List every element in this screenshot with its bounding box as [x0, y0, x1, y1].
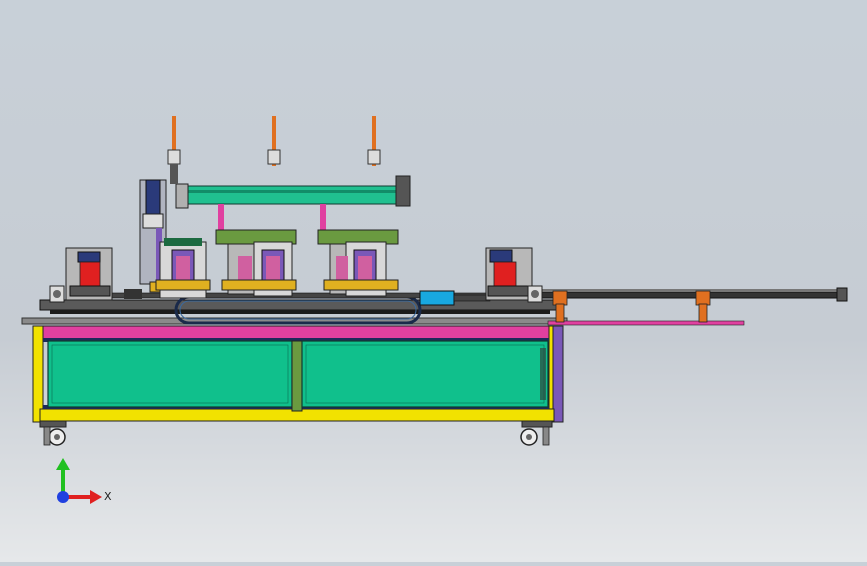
clamp-fixture-right[interactable] [485, 247, 543, 303]
process-head-2[interactable] [215, 116, 297, 297]
triad-x-label: X [104, 490, 112, 503]
gantry-beam[interactable] [175, 175, 411, 209]
process-head-3[interactable] [317, 116, 399, 297]
panel-divider [291, 340, 303, 412]
cad-viewport[interactable]: X [0, 0, 867, 562]
guide-rail-extension[interactable] [539, 287, 848, 326]
clamp-fixture-left[interactable] [49, 247, 142, 303]
caster-wheel-icon [520, 420, 553, 446]
caster-wheel-icon [39, 420, 67, 446]
side-panel-right[interactable] [301, 340, 549, 408]
axis-triad-icon: X [56, 458, 112, 504]
side-panel-left[interactable] [47, 340, 293, 408]
